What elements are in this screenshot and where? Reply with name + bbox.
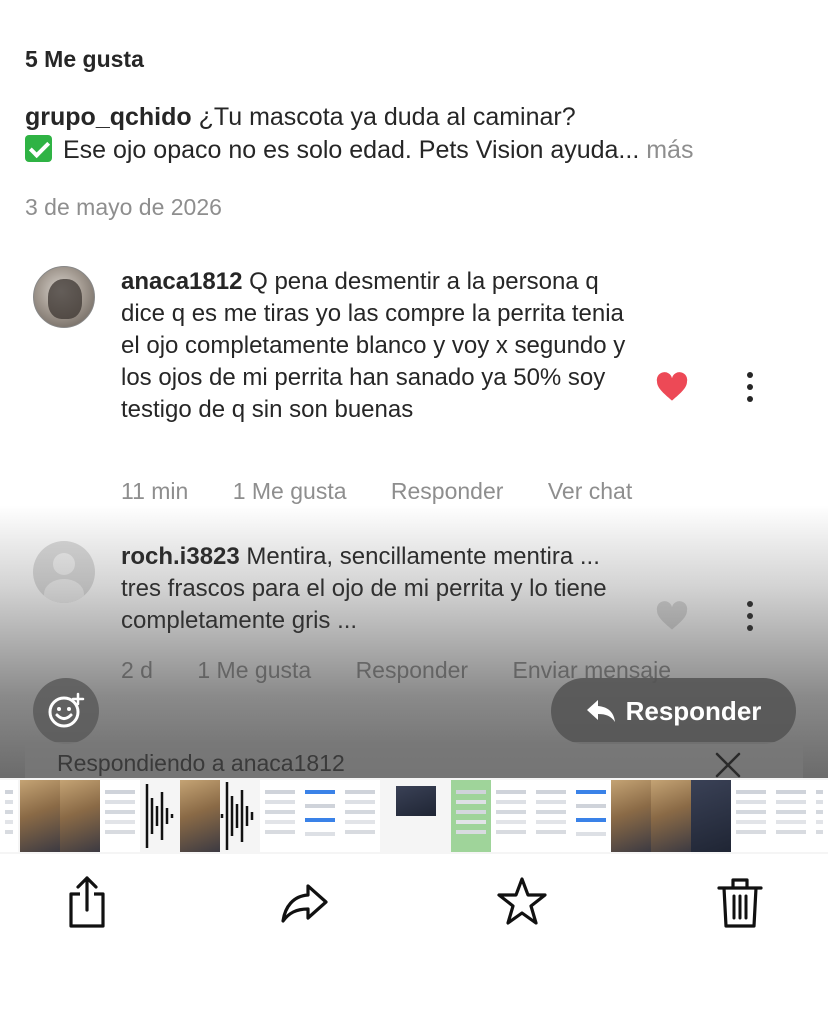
- photo-filmstrip[interactable]: [0, 778, 828, 854]
- more-options-icon[interactable]: [745, 601, 755, 637]
- thumbnail[interactable]: [531, 780, 571, 852]
- thumbnail[interactable]: [451, 780, 491, 852]
- close-icon[interactable]: [715, 752, 741, 778]
- thumbnail[interactable]: [20, 780, 60, 852]
- comment-time: 11 min: [121, 478, 189, 504]
- reply-link[interactable]: Responder: [356, 657, 469, 683]
- trash-icon[interactable]: [715, 874, 765, 930]
- reply-button-label: Responder: [625, 695, 762, 726]
- avatar[interactable]: [33, 541, 95, 603]
- thumbnail[interactable]: [300, 780, 340, 852]
- comment-likes[interactable]: 1 Me gusta: [197, 657, 311, 683]
- comment-meta: 11 min 1 Me gusta Responder Ver chat: [121, 478, 670, 505]
- thumbnail[interactable]: [180, 780, 220, 852]
- reply-link[interactable]: Responder: [391, 478, 504, 504]
- more-options-icon[interactable]: [745, 372, 755, 408]
- thumbnail[interactable]: [396, 786, 436, 816]
- post-date: 3 de mayo de 2026: [25, 194, 222, 220]
- thumbnail[interactable]: [340, 780, 380, 852]
- thumbnail[interactable]: [491, 780, 531, 852]
- heart-outline-icon[interactable]: [655, 601, 689, 631]
- replying-to-label: Respondiendo a anaca1812: [57, 750, 345, 776]
- emoji-reaction-button[interactable]: [33, 678, 99, 744]
- avatar[interactable]: [33, 266, 95, 328]
- thumbnail[interactable]: [731, 780, 771, 852]
- likes-count[interactable]: 5 Me gusta: [25, 46, 144, 73]
- post-caption: grupo_qchido ¿Tu mascota ya duda al cami…: [25, 101, 815, 167]
- comment-username[interactable]: roch.i3823: [121, 543, 240, 570]
- view-chat-link[interactable]: Ver chat: [548, 478, 632, 504]
- thumbnail[interactable]: [811, 780, 828, 852]
- caption-line-2: Ese ojo opaco no es solo edad. Pets Visi…: [62, 136, 640, 164]
- share-icon[interactable]: [62, 874, 112, 930]
- thumbnail[interactable]: [0, 780, 18, 852]
- reply-arrow-icon: [586, 700, 615, 722]
- comment-time: 2 d: [121, 657, 153, 683]
- star-icon[interactable]: [497, 874, 547, 930]
- thumbnail[interactable]: [100, 780, 140, 852]
- thumbnail[interactable]: [691, 780, 731, 852]
- comment-likes[interactable]: 1 Me gusta: [233, 478, 347, 504]
- check-mark-icon: [25, 135, 52, 162]
- bottom-toolbar: [0, 854, 828, 1013]
- audio-waveform-icon: [220, 782, 254, 850]
- caption-more-link[interactable]: más: [646, 136, 693, 164]
- caption-line-1: ¿Tu mascota ya duda al caminar?: [198, 103, 576, 131]
- thumbnail[interactable]: [571, 780, 611, 852]
- smiley-add-icon: [48, 692, 85, 728]
- reply-button[interactable]: Responder: [551, 678, 796, 744]
- thumbnail[interactable]: [771, 780, 811, 852]
- thumbnail[interactable]: [60, 780, 100, 852]
- thumbnail[interactable]: [651, 780, 691, 852]
- comment-body: anaca1812 Q pena desmentir a la persona …: [121, 266, 641, 426]
- comment-username[interactable]: anaca1812: [121, 268, 242, 295]
- comment-body: roch.i3823 Mentira, sencillamente mentir…: [121, 541, 641, 637]
- thumbnail[interactable]: [611, 780, 651, 852]
- post-detail: 5 Me gusta grupo_qchido ¿Tu mascota ya d…: [0, 0, 828, 778]
- thumbnail[interactable]: [260, 780, 300, 852]
- forward-icon[interactable]: [280, 874, 330, 930]
- replying-to-bar: Respondiendo a anaca1812: [25, 742, 803, 778]
- heart-icon[interactable]: [655, 372, 689, 402]
- audio-waveform-icon: [145, 784, 174, 848]
- caption-username[interactable]: grupo_qchido: [25, 103, 192, 131]
